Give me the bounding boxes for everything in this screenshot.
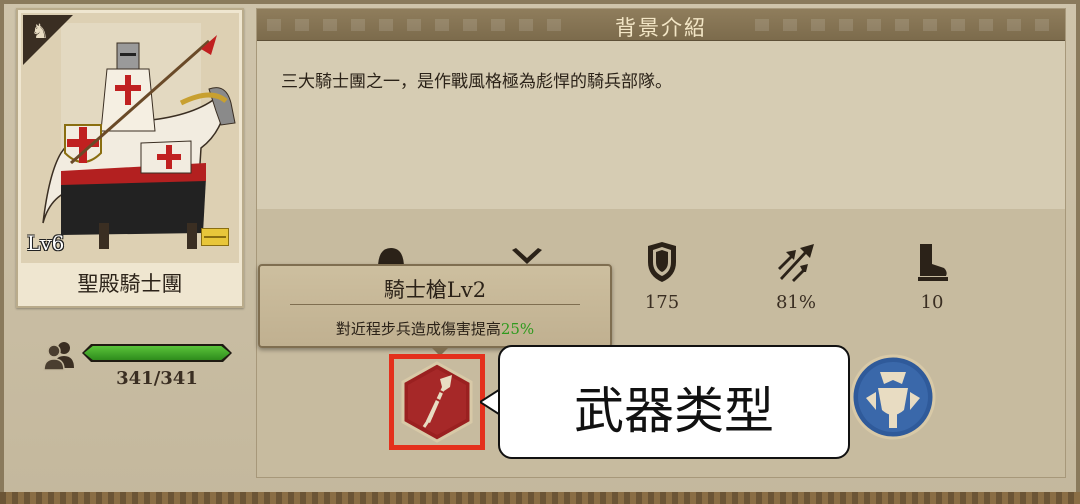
tooltip-description: 對近程步兵造成傷害提高25% bbox=[260, 318, 610, 339]
rank-badge-icon bbox=[201, 228, 229, 246]
unit-card[interactable]: ♞ Lv6 聖殿騎士團 bbox=[16, 8, 244, 308]
knight-illustration bbox=[21, 13, 239, 263]
lance-weapon-icon[interactable] bbox=[396, 361, 478, 443]
frame-border-bottom bbox=[0, 492, 1080, 504]
callout-label: 武器类型 bbox=[574, 382, 774, 440]
tooltip-desc-text: 對近程步兵造成傷害提高 bbox=[335, 320, 501, 338]
description-area: 三大騎士團之一，是作戰風格極為彪悍的騎兵部隊。 bbox=[257, 41, 1065, 209]
stat-value: 10 bbox=[920, 292, 944, 313]
panel-header: 背景介紹 bbox=[257, 9, 1065, 41]
armor-type-icon[interactable] bbox=[850, 354, 936, 440]
arrows-icon bbox=[778, 244, 814, 282]
unit-description: 三大騎士團之一，是作戰風格極為彪悍的騎兵部隊。 bbox=[281, 72, 672, 92]
stat-movement: 10 bbox=[892, 242, 972, 313]
unit-level: Lv6 bbox=[27, 231, 65, 255]
unit-name: 聖殿騎士團 bbox=[77, 272, 183, 296]
tooltip-desc-highlight: 25% bbox=[500, 320, 535, 338]
boot-icon bbox=[918, 244, 948, 281]
stat-value: 81% bbox=[775, 292, 816, 313]
panel-title: 背景介紹 bbox=[615, 16, 707, 40]
tooltip-divider bbox=[290, 304, 580, 305]
stat-defense: 175 bbox=[622, 242, 702, 313]
tooltip-title: 騎士槍Lv2 bbox=[383, 278, 487, 302]
stat-accuracy: 81% bbox=[756, 242, 836, 313]
hp-value: 341/341 bbox=[116, 368, 198, 389]
unit-portrait: ♞ Lv6 bbox=[21, 13, 239, 263]
weapon-type-callout: 武器类型 bbox=[498, 345, 850, 459]
weapon-tooltip: 騎士槍Lv2 對近程步兵造成傷害提高25% bbox=[258, 264, 612, 356]
stat-value: 175 bbox=[644, 292, 680, 313]
hp-bar bbox=[82, 344, 232, 362]
shield-icon bbox=[648, 242, 676, 282]
hp-bar-fill bbox=[84, 346, 230, 360]
troops-icon bbox=[43, 342, 74, 371]
